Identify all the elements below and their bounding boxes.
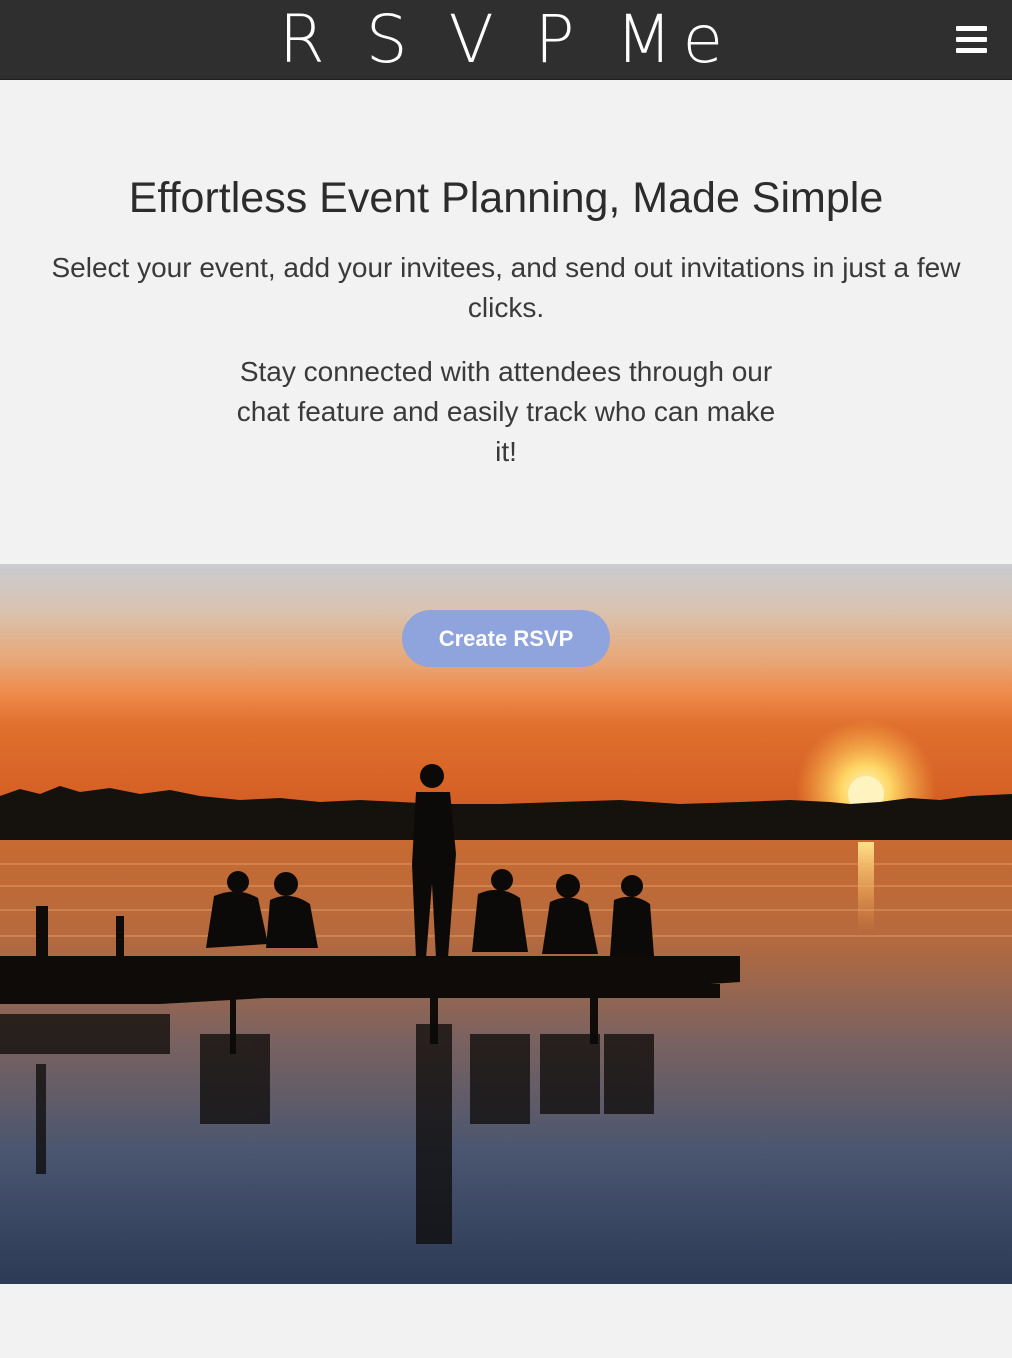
menu-bar-middle xyxy=(956,37,987,42)
intro-description: Select your event, add your invitees, an… xyxy=(51,252,961,323)
hero-section: Create RSVP xyxy=(0,564,1012,1284)
sunset-lake-dock-silhouettes-image xyxy=(0,564,1012,1284)
menu-bar-bottom xyxy=(956,48,987,53)
intro-chat-description: Stay connected with attendees through ou… xyxy=(236,356,776,467)
create-rsvp-button[interactable]: Create RSVP xyxy=(402,610,610,667)
intro-section: Effortless Event Planning, Made Simple S… xyxy=(0,80,1012,564)
top-navbar: R S V P Me xyxy=(0,0,1012,80)
page-headline: Effortless Event Planning, Made Simple xyxy=(128,174,884,222)
menu-bar-top xyxy=(956,26,987,31)
brand-logo[interactable]: R S V P Me xyxy=(0,2,1012,78)
hamburger-menu-icon[interactable] xyxy=(956,26,988,56)
